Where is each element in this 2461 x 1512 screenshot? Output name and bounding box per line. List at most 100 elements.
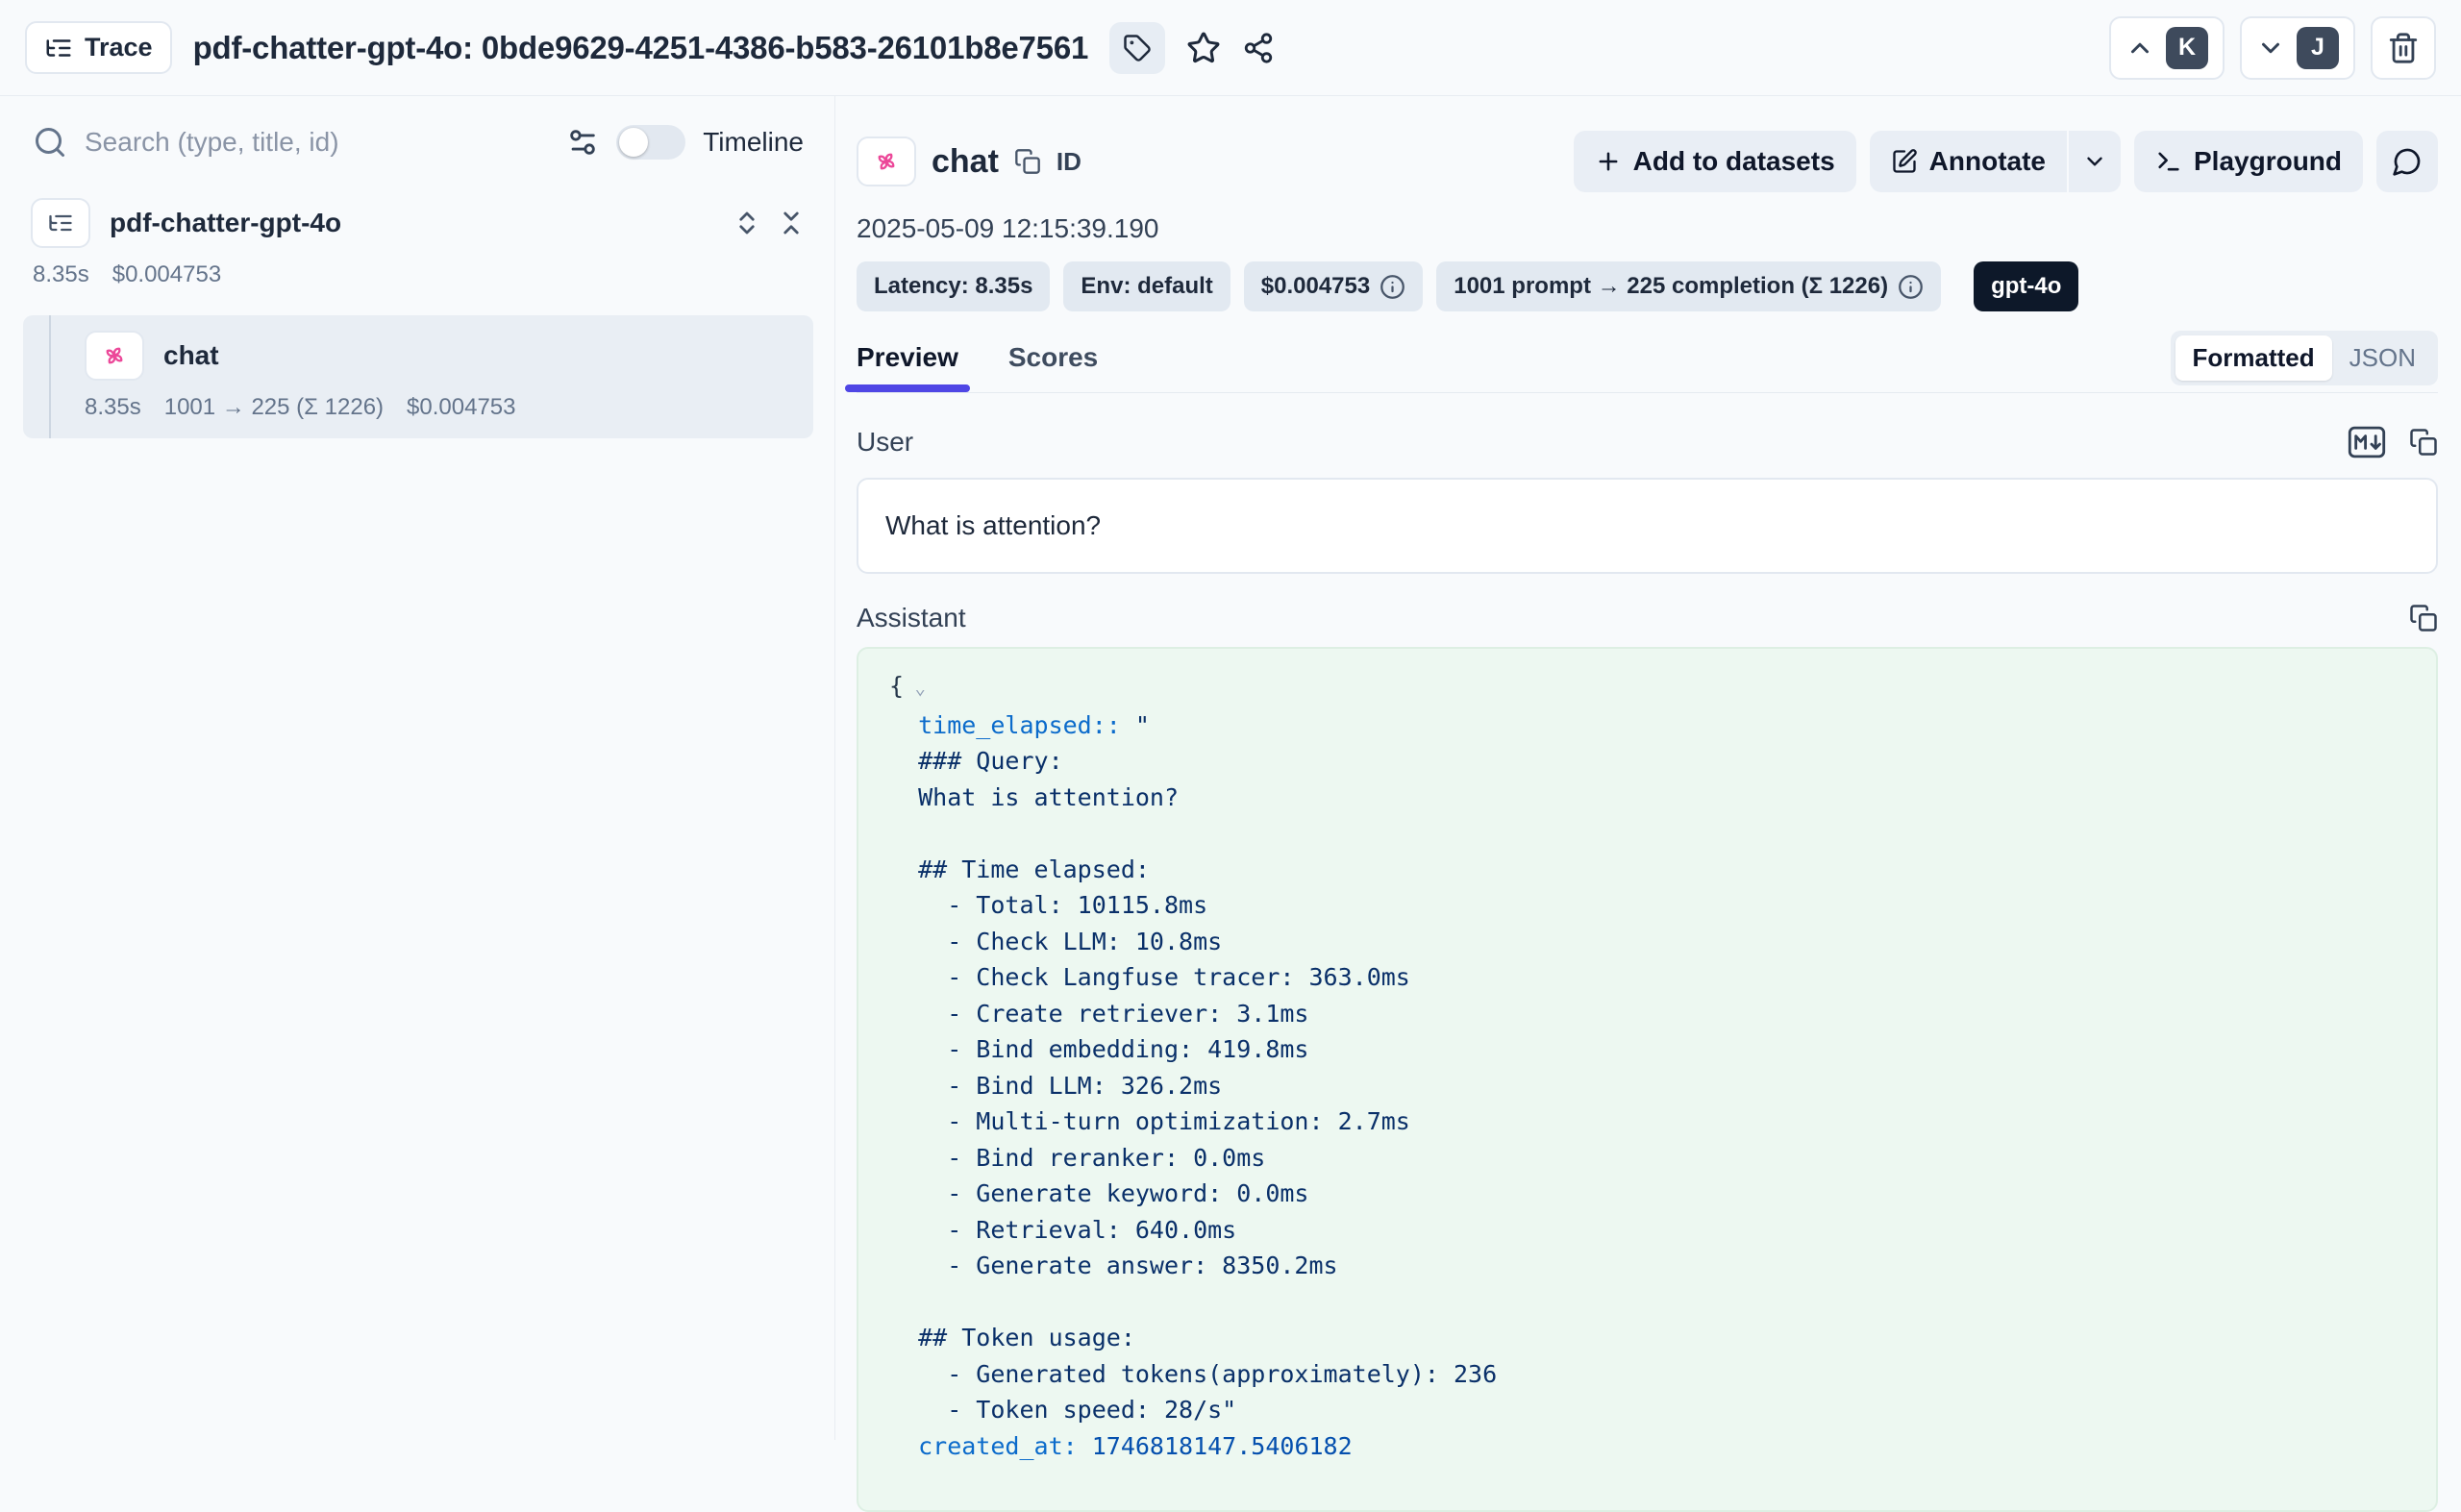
code-line: - Generate answer: 8350.2ms: [889, 1248, 2405, 1284]
toggle-knob: [619, 128, 648, 157]
star-icon: [1186, 31, 1221, 65]
observation-latency: 8.35s: [85, 394, 141, 421]
tree-indent-guide: [49, 315, 51, 438]
trace-type-badge: Trace: [25, 21, 172, 74]
tree-item-chat-selected[interactable]: chat 8.35s 1001 → 225 (Σ 1226) $0.004753: [23, 315, 813, 438]
format-option-json[interactable]: JSON: [2332, 335, 2433, 381]
code-line: What is attention?: [889, 780, 2405, 816]
code-line: - Multi-turn optimization: 2.7ms: [889, 1103, 2405, 1140]
add-to-datasets-button[interactable]: Add to datasets: [1574, 131, 1856, 192]
metric-badge: $0.004753: [1244, 261, 1423, 311]
code-line: - Generated tokens(approximately): 236: [889, 1356, 2405, 1393]
chevron-down-icon: [2082, 149, 2107, 174]
code-line: - Create retriever: 3.1ms: [889, 996, 2405, 1032]
plus-icon: [1595, 148, 1622, 175]
previous-trace-button[interactable]: K: [2109, 16, 2225, 80]
top-bar: Trace pdf-chatter-gpt-4o: 0bde9629-4251-…: [0, 0, 2461, 96]
code-line: - Retrieval: 640.0ms: [889, 1212, 2405, 1249]
trace-tree-sidebar: Timeline pdf-chatter-gpt-4o 8.35s $0.004…: [0, 96, 835, 1440]
assistant-section-title: Assistant: [857, 603, 966, 633]
trace-badge-label: Trace: [85, 33, 153, 62]
user-section-title: User: [857, 427, 913, 458]
code-line: [889, 1284, 2405, 1321]
copy-assistant-content-icon[interactable]: [2409, 604, 2438, 632]
info-icon[interactable]: [1898, 274, 1924, 300]
metric-badge-label: 1001 prompt → 225 completion (Σ 1226): [1454, 273, 1888, 300]
code-line: - Token speed: 28/s": [889, 1392, 2405, 1428]
search-input[interactable]: [85, 127, 549, 158]
markdown-toggle-icon[interactable]: [2348, 426, 2386, 459]
info-icon[interactable]: [1380, 274, 1405, 300]
assistant-output-card[interactable]: { ⌄ time_elapsed:: " ### Query: What is …: [857, 647, 2438, 1512]
tab-divider: [857, 392, 2438, 393]
tree-expand-controls: [733, 209, 806, 237]
copy-id-icon[interactable]: [1014, 148, 1041, 175]
playground-button[interactable]: Playground: [2134, 131, 2363, 192]
next-trace-button[interactable]: J: [2240, 16, 2355, 80]
code-line: ### Query:: [889, 743, 2405, 780]
code-line: - Generate keyword: 0.0ms: [889, 1176, 2405, 1212]
metric-badge: Env: default: [1063, 261, 1230, 311]
tab-scores[interactable]: Scores: [1008, 342, 1098, 392]
format-segmented-control: Formatted JSON: [2171, 331, 2438, 385]
page-title: pdf-chatter-gpt-4o: 0bde9629-4251-4386-b…: [193, 30, 1089, 66]
add-to-datasets-label: Add to datasets: [1633, 146, 1835, 177]
format-option-formatted[interactable]: Formatted: [2175, 335, 2332, 381]
tree-item-trace[interactable]: pdf-chatter-gpt-4o: [23, 198, 813, 248]
share-button[interactable]: [1242, 32, 1275, 64]
tab-preview[interactable]: Preview: [857, 342, 958, 392]
timeline-toggle[interactable]: [616, 125, 685, 160]
collapse-all-icon[interactable]: [777, 209, 806, 237]
tree-search-row: Timeline: [23, 125, 813, 160]
annotate-button[interactable]: Annotate: [1870, 131, 2067, 192]
search-icon: [33, 125, 67, 160]
tree-settings-icon[interactable]: [566, 126, 599, 159]
tags-button[interactable]: [1109, 22, 1165, 74]
observation-detail-panel: chat ID Add to datasets Annotate: [835, 96, 2461, 1440]
comments-button[interactable]: [2376, 131, 2438, 192]
chevron-up-icon: [2125, 34, 2154, 62]
metric-badge-label: Latency: 8.35s: [874, 273, 1032, 300]
delete-trace-button[interactable]: [2371, 16, 2436, 80]
observation-tokens: 1001 → 225 (Σ 1226): [164, 394, 384, 421]
user-message-text: What is attention?: [885, 510, 1101, 540]
trace-nav-controls: K J: [2109, 16, 2436, 80]
bookmark-star-button[interactable]: [1186, 31, 1221, 65]
observation-cost: $0.004753: [407, 394, 515, 421]
code-line: - Check LLM: 10.8ms: [889, 924, 2405, 960]
trash-icon: [2387, 32, 2420, 64]
annotate-label: Annotate: [1929, 146, 2046, 177]
keyboard-shortcut-j: J: [2297, 27, 2339, 69]
share-icon: [1242, 32, 1275, 64]
code-line: - Check Langfuse tracer: 363.0ms: [889, 959, 2405, 996]
code-line: - Bind embedding: 419.8ms: [889, 1031, 2405, 1068]
code-line: - Total: 10115.8ms: [889, 887, 2405, 924]
metric-badge: 1001 prompt → 225 completion (Σ 1226): [1436, 261, 1941, 311]
observation-stats: 8.35s 1001 → 225 (Σ 1226) $0.004753: [85, 394, 794, 421]
code-line: time_elapsed:: ": [889, 707, 2405, 744]
trace-stats: 8.35s $0.004753: [33, 261, 806, 288]
metric-badge-label: $0.004753: [1261, 273, 1370, 300]
assistant-json-code: { ⌄ time_elapsed:: " ### Query: What is …: [889, 668, 2405, 1464]
id-label: ID: [1056, 147, 1081, 177]
tag-icon: [1123, 34, 1152, 62]
observation-title: chat: [932, 143, 999, 181]
playground-label: Playground: [2194, 146, 2342, 177]
user-message-card: What is attention?: [857, 478, 2438, 574]
code-line: created_at: 1746818147.5406182: [889, 1428, 2405, 1465]
code-line: - Bind reranker: 0.0ms: [889, 1140, 2405, 1177]
chevron-down-icon: [2256, 34, 2285, 62]
expand-all-icon[interactable]: [733, 209, 761, 237]
trace-latency: 8.35s: [33, 261, 89, 288]
annotate-pen-icon: [1891, 148, 1918, 175]
code-line: ## Token usage:: [889, 1320, 2405, 1356]
annotate-dropdown-button[interactable]: [2069, 131, 2121, 192]
metric-badge: Latency: 8.35s: [857, 261, 1050, 311]
badge-list: Latency: 8.35s Env: default $0.004753 1001 …: [857, 261, 2438, 311]
generation-icon: [85, 331, 144, 381]
comment-bubble-icon: [2392, 146, 2423, 177]
observation-name: chat: [163, 340, 219, 371]
copy-user-content-icon[interactable]: [2409, 428, 2438, 457]
keyboard-shortcut-k: K: [2166, 27, 2208, 69]
model-badge[interactable]: gpt-4o: [1974, 261, 2078, 311]
